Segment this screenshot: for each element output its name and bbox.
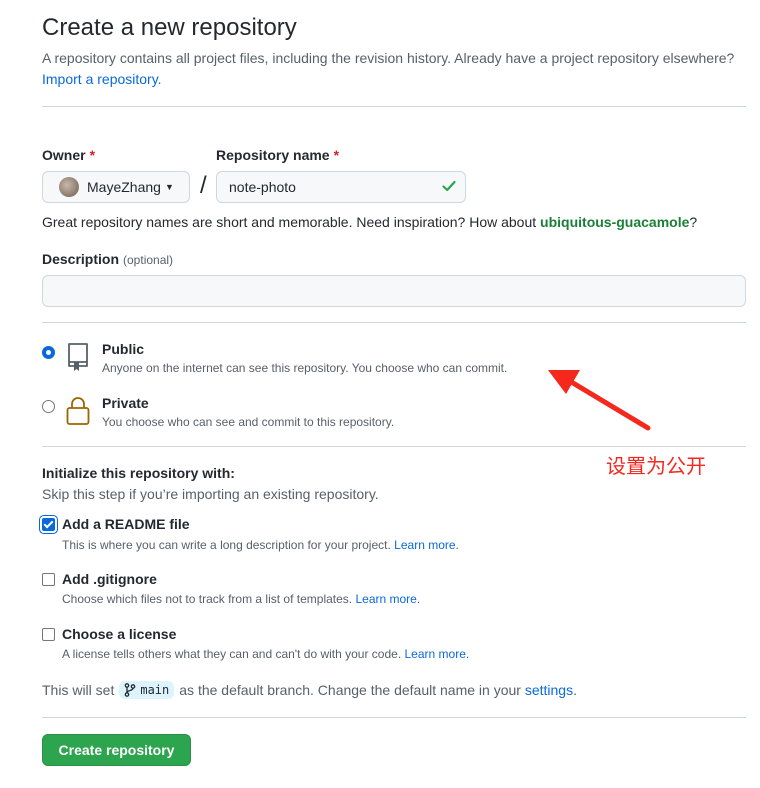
gitignore-desc: Choose which files not to track from a l… xyxy=(62,592,420,606)
gitignore-learn-more-link[interactable]: Learn more. xyxy=(355,592,420,606)
owner-repo-separator: / xyxy=(200,172,207,199)
lock-icon xyxy=(66,397,90,425)
hint-end: ? xyxy=(689,214,698,230)
visibility-public-radio[interactable] xyxy=(42,346,55,359)
gitignore-checkbox[interactable] xyxy=(42,573,55,586)
page-title: Create a new repository xyxy=(42,14,297,41)
repo-name-label: Repository name * xyxy=(216,147,339,163)
branch-suffix: as the default branch. Change the defaul… xyxy=(179,682,521,698)
suggested-name[interactable]: ubiquitous-guacamole xyxy=(540,214,689,230)
visibility-public-desc: Anyone on the internet can see this repo… xyxy=(102,361,508,375)
repo-icon xyxy=(68,343,88,371)
branch-prefix: This will set xyxy=(42,682,115,698)
readme-title: Add a README file xyxy=(62,516,190,532)
visibility-private-desc: You choose who can see and commit to thi… xyxy=(102,415,395,429)
caret-down-icon: ▼ xyxy=(164,182,174,192)
owner-label-text: Owner xyxy=(42,147,86,163)
page-subtitle: A repository contains all project files,… xyxy=(42,48,742,90)
description-label: Description (optional) xyxy=(42,251,173,267)
owner-value: MayeZhang xyxy=(87,179,161,195)
required-mark: * xyxy=(89,147,96,163)
license-checkbox[interactable] xyxy=(42,628,55,641)
optional-tag: (optional) xyxy=(123,253,174,267)
readme-desc: This is where you can write a long descr… xyxy=(62,538,459,552)
subtitle-text: A repository contains all project files,… xyxy=(42,50,735,66)
readme-desc-text: This is where you can write a long descr… xyxy=(62,538,391,552)
avatar xyxy=(59,177,79,197)
init-title: Initialize this repository with: xyxy=(42,465,235,481)
visibility-public-title: Public xyxy=(102,341,145,357)
create-repository-button[interactable]: Create repository xyxy=(42,734,191,766)
branch-end: . xyxy=(573,682,577,698)
visibility-private-title: Private xyxy=(102,395,149,411)
readme-learn-more-link[interactable]: Learn more. xyxy=(394,538,459,552)
branch-name: main xyxy=(140,683,170,697)
license-desc: A license tells others what they can and… xyxy=(62,647,469,661)
readme-checkbox[interactable] xyxy=(42,518,55,531)
import-repository-link[interactable]: Import a repository. xyxy=(42,71,162,87)
repo-name-value: note-photo xyxy=(229,179,296,195)
required-mark: * xyxy=(333,147,340,163)
gitignore-title: Add .gitignore xyxy=(62,571,157,587)
divider xyxy=(42,446,746,447)
owner-select[interactable]: MayeZhang ▼ xyxy=(42,171,190,203)
description-input[interactable] xyxy=(42,275,746,307)
settings-link[interactable]: settings xyxy=(525,682,573,698)
annotation-text: 设置为公开 xyxy=(606,454,706,478)
default-branch-note: This will set main as the default branch… xyxy=(42,681,577,699)
annotation-arrow-icon xyxy=(548,370,651,431)
init-subtitle: Skip this step if you’re importing an ex… xyxy=(42,486,379,502)
hint-text: Great repository names are short and mem… xyxy=(42,214,537,230)
divider xyxy=(42,717,746,718)
gitignore-desc-text: Choose which files not to track from a l… xyxy=(62,592,353,606)
check-icon xyxy=(442,180,456,192)
owner-label: Owner * xyxy=(42,147,95,163)
branch-pill: main xyxy=(119,681,175,699)
repo-name-label-text: Repository name xyxy=(216,147,330,163)
visibility-private-radio[interactable] xyxy=(42,400,55,413)
description-label-text: Description xyxy=(42,251,120,267)
git-branch-icon xyxy=(125,683,136,697)
license-desc-text: A license tells others what they can and… xyxy=(62,647,402,661)
divider xyxy=(42,322,746,323)
name-hint: Great repository names are short and mem… xyxy=(42,214,697,230)
license-title: Choose a license xyxy=(62,626,177,642)
repo-name-input[interactable]: note-photo xyxy=(216,171,466,203)
license-learn-more-link[interactable]: Learn more. xyxy=(405,647,470,661)
divider xyxy=(42,106,746,107)
